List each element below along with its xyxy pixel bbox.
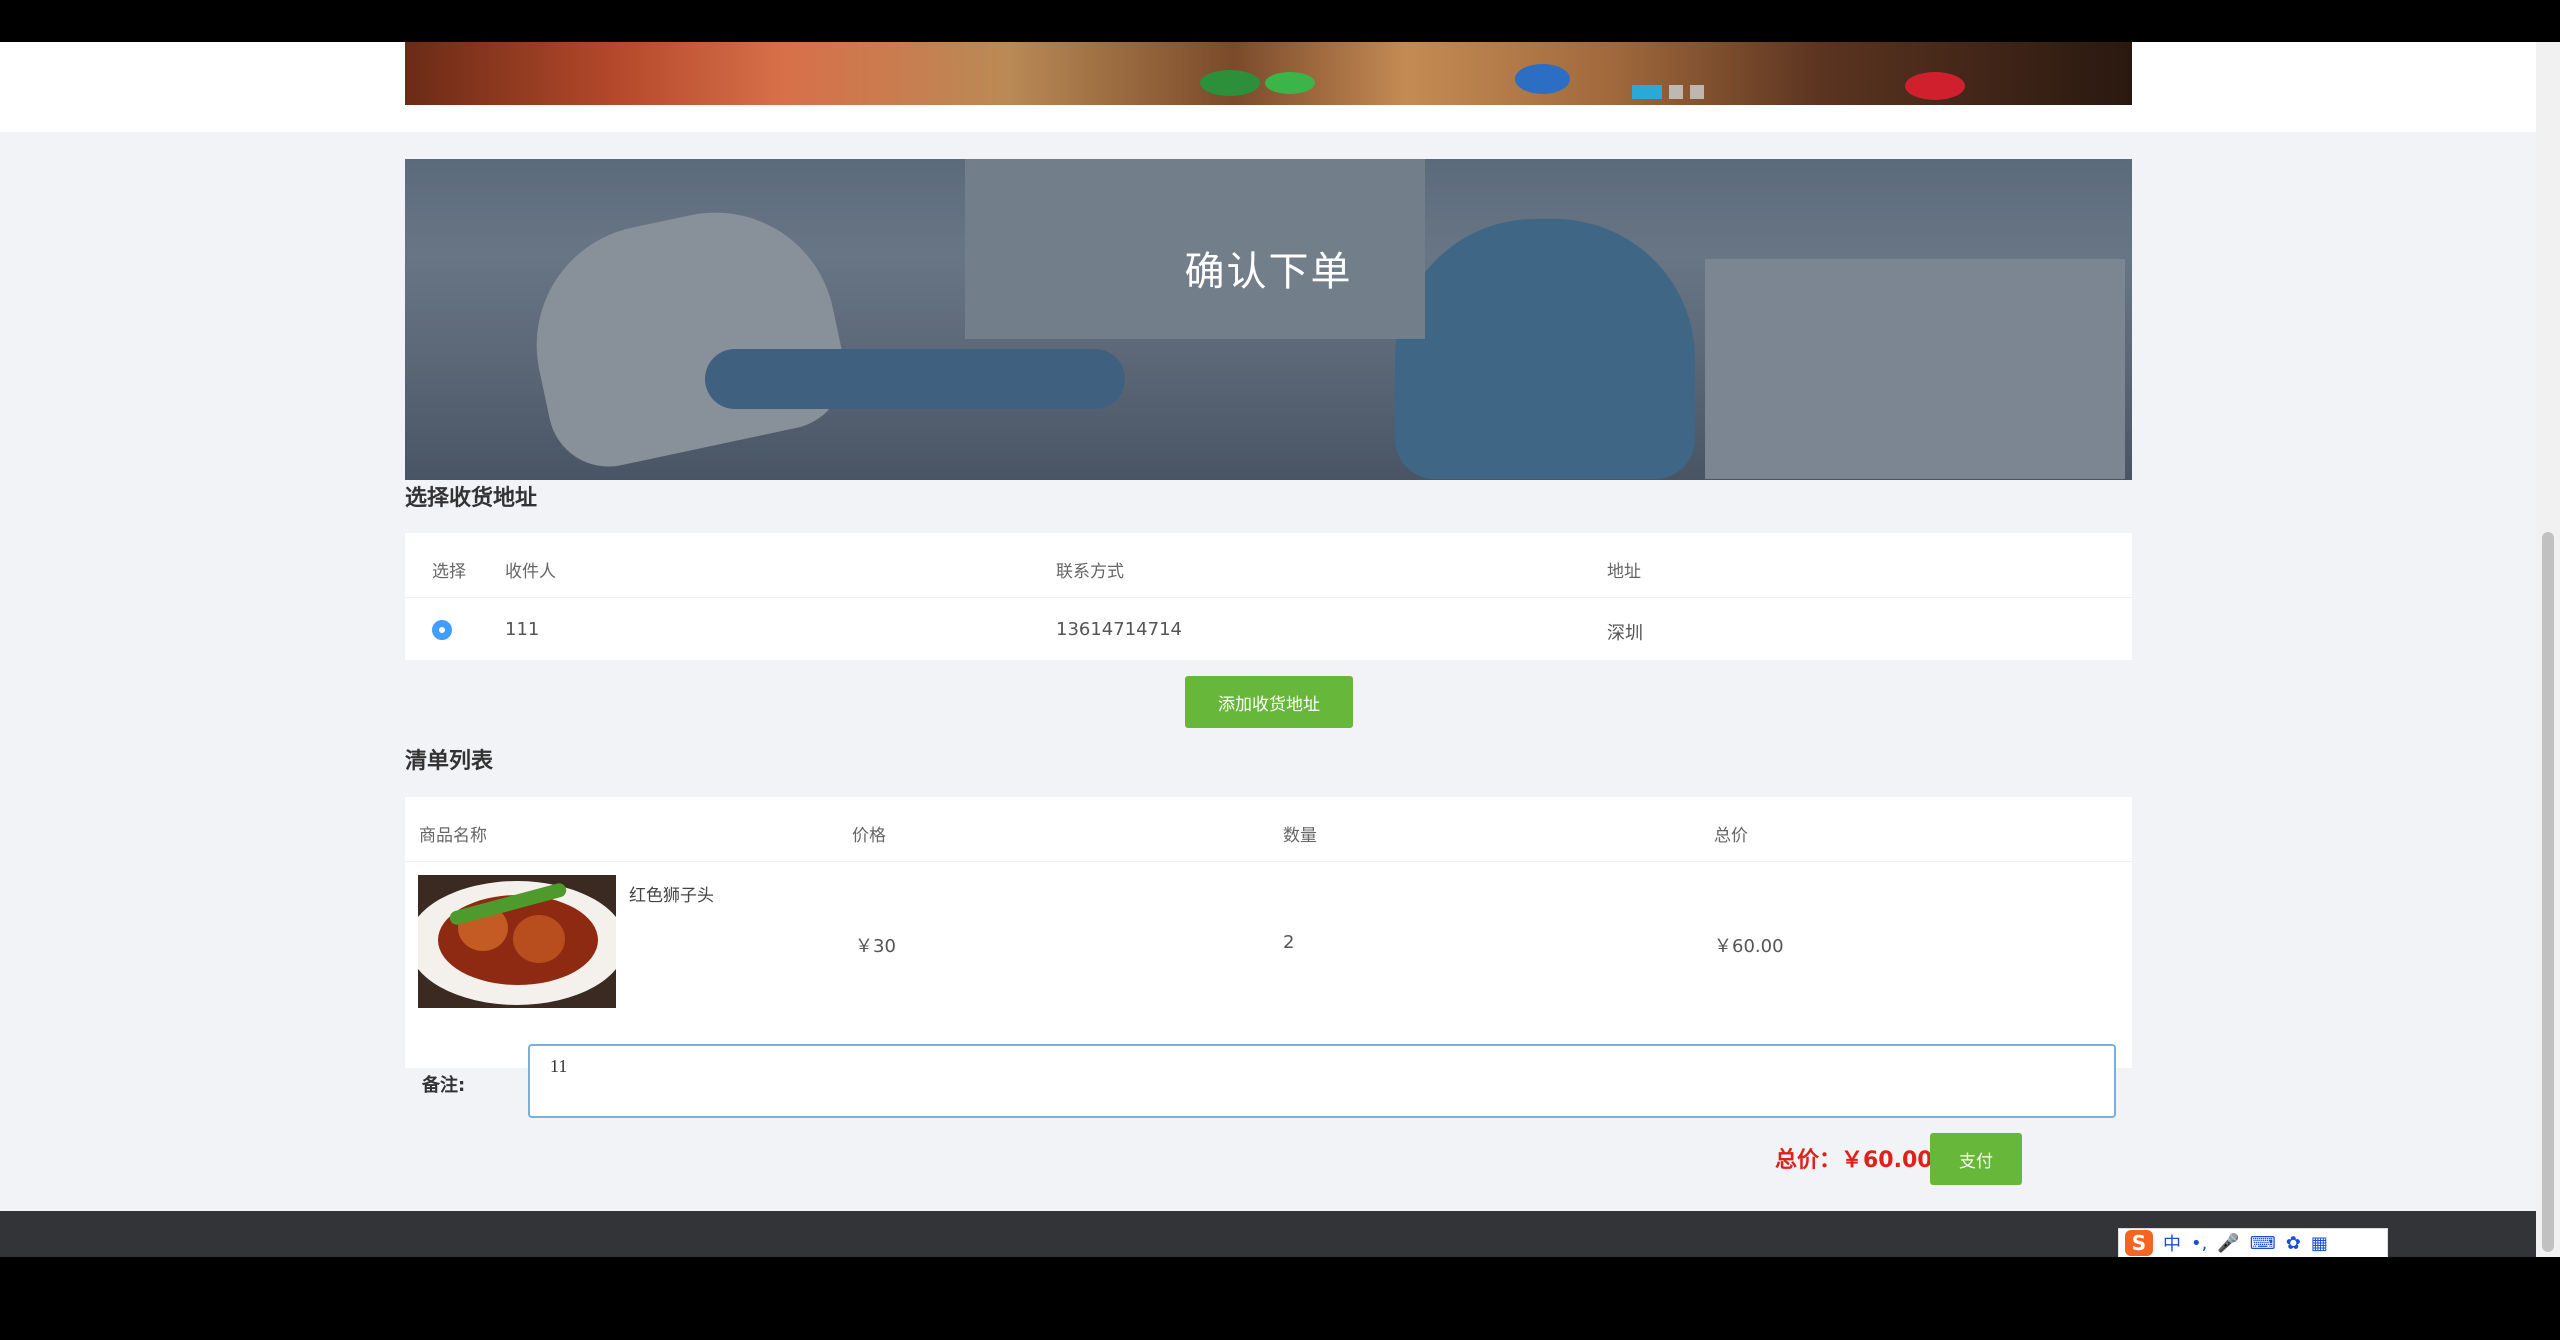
page-title: 确认下单: [1184, 249, 1353, 295]
header-strip: [0, 42, 2536, 132]
product-quantity: 2: [1283, 932, 1295, 953]
remark-input[interactable]: [528, 1044, 2116, 1118]
banner-overlay: [405, 159, 2132, 480]
address-contact: 13614714714: [1056, 619, 1182, 640]
product-price: ￥30: [855, 936, 896, 957]
pay-button[interactable]: 支付: [1930, 1133, 2022, 1185]
order-header-quantity: 数量: [1283, 826, 1317, 846]
skin-icon[interactable]: ✿: [2286, 1233, 2301, 1254]
carousel-dot[interactable]: [1669, 85, 1683, 99]
total-price: 总价：￥60.00: [1775, 1148, 1933, 1173]
order-header-name: 商品名称: [419, 826, 487, 846]
carousel-decor: [1200, 70, 1260, 96]
carousel-dots: [1632, 85, 1704, 99]
ime-toolbar[interactable]: S 中 •, 🎤 ⌨ ✿ ▦: [2118, 1228, 2388, 1258]
address-header-address: 地址: [1607, 562, 1641, 582]
address-header-select: 选择: [432, 562, 466, 582]
bottom-letterbox: [0, 1257, 2560, 1340]
scroll-thumb[interactable]: [2542, 532, 2554, 1252]
carousel-dot[interactable]: [1690, 85, 1704, 99]
carousel-dot[interactable]: [1632, 85, 1662, 99]
address-header-contact: 联系方式: [1056, 562, 1124, 582]
product-name: 红色狮子头: [629, 886, 714, 906]
sogou-logo-icon[interactable]: S: [2125, 1230, 2153, 1256]
row-divider: [405, 861, 2132, 862]
keyboard-icon[interactable]: ⌨: [2250, 1233, 2276, 1254]
address-section-title: 选择收货地址: [405, 486, 538, 511]
address-radio[interactable]: [432, 620, 452, 640]
toolbox-icon[interactable]: ▦: [2311, 1233, 2328, 1254]
ime-mode[interactable]: 中: [2163, 1230, 2181, 1256]
order-table: 商品名称 价格 数量 总价 红色狮子头 ￥30 2 ￥60.00: [405, 797, 2132, 1068]
food-shape: [513, 915, 565, 963]
page-viewport: 确认下单 选择收货地址 选择 收件人 联系方式 地址 111 136147147…: [0, 42, 2536, 1257]
order-section-title: 清单列表: [405, 749, 494, 774]
add-address-button[interactable]: 添加收货地址: [1185, 676, 1353, 728]
product-total: ￥60.00: [1714, 936, 1784, 957]
product-image[interactable]: [418, 875, 616, 1008]
address-header-recipient: 收件人: [505, 562, 556, 582]
address-location: 深圳: [1607, 623, 1643, 644]
carousel-decor: [1905, 72, 1965, 100]
page-scrollbar[interactable]: [2536, 42, 2560, 1257]
address-recipient: 111: [505, 619, 540, 640]
carousel: [405, 42, 2132, 105]
order-header-total: 总价: [1714, 826, 1748, 846]
address-table: 选择 收件人 联系方式 地址 111 13614714714 深圳: [405, 533, 2132, 660]
page-banner: 确认下单: [405, 159, 2132, 480]
top-letterbox: [0, 0, 2560, 42]
carousel-decor: [1265, 72, 1315, 94]
order-header-price: 价格: [852, 826, 886, 846]
row-divider: [405, 597, 2132, 598]
microphone-icon[interactable]: 🎤: [2217, 1233, 2239, 1254]
remark-label: 备注:: [422, 1075, 466, 1096]
ime-punctuation[interactable]: •,: [2191, 1233, 2207, 1254]
carousel-decor: [1515, 64, 1570, 94]
